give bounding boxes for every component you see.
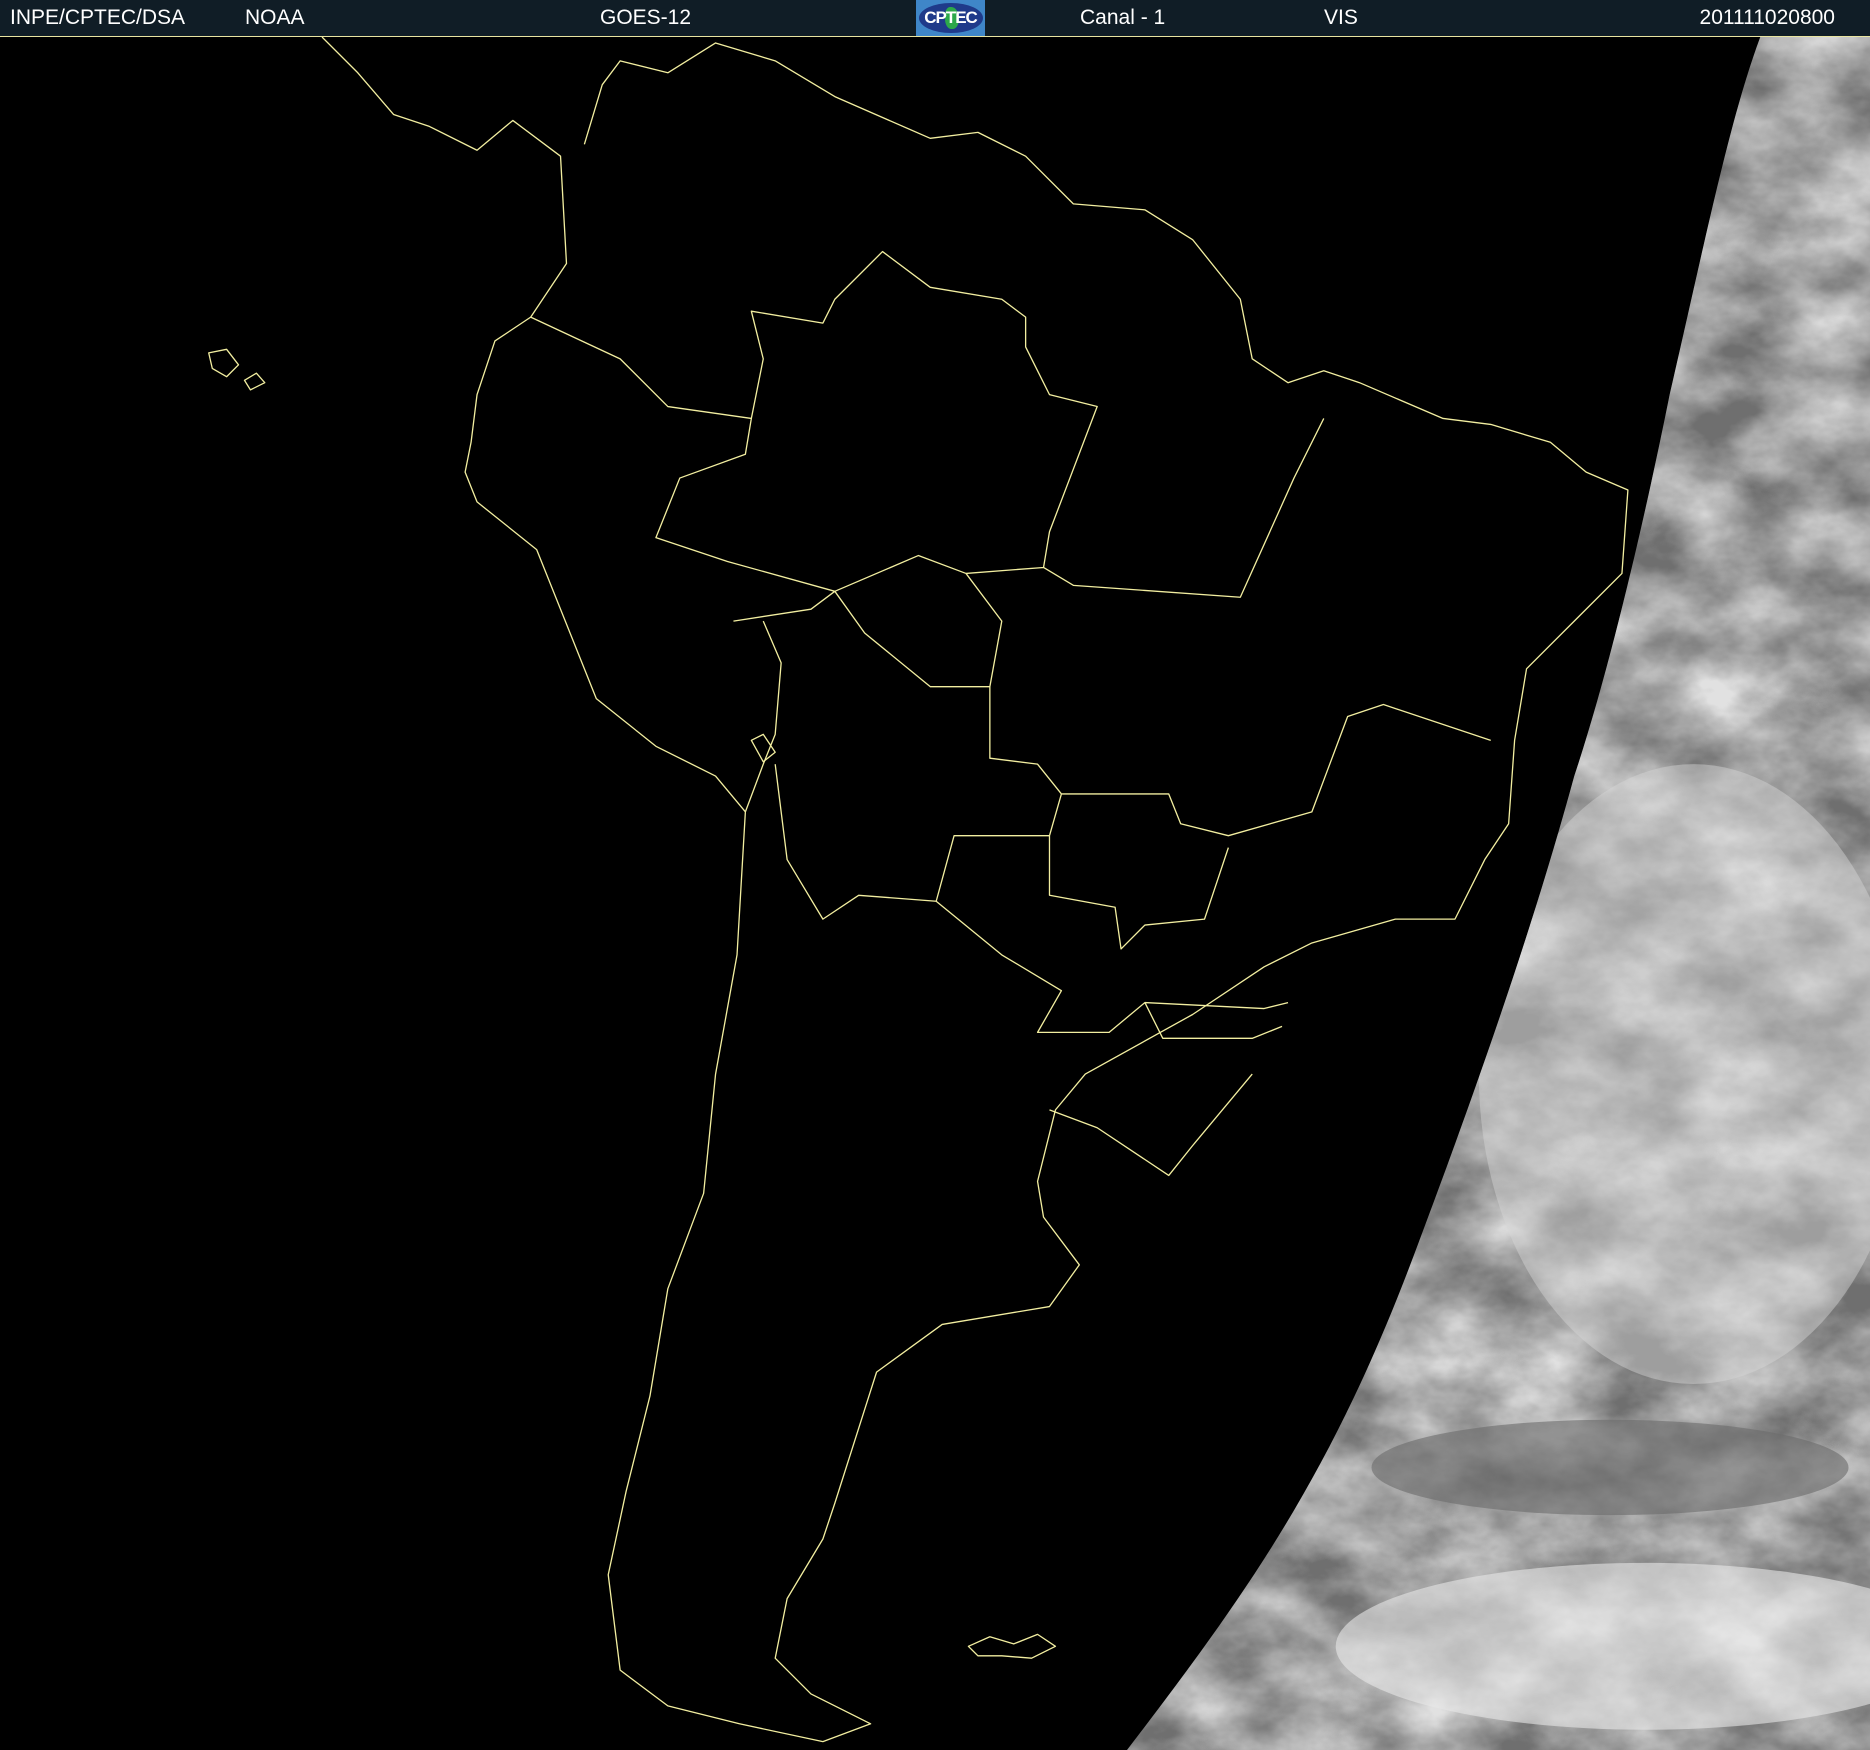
logo-text: CPTEC	[924, 8, 978, 27]
earth-disk-clouds	[1127, 37, 1870, 1750]
band-label: VIS	[1324, 6, 1358, 29]
image-header: INPE/CPTEC/DSA NOAA GOES-12 CPTEC Canal …	[0, 0, 1870, 37]
lake-titicaca	[750, 733, 776, 763]
agency-label: NOAA	[245, 6, 305, 29]
falkland-islands	[967, 1633, 1057, 1659]
country-borders	[530, 250, 1491, 1177]
cptec-logo: CPTEC	[916, 0, 985, 36]
satellite-label: GOES-12	[600, 6, 692, 29]
institution-label: INPE/CPTEC/DSA	[10, 6, 186, 29]
channel-label: Canal - 1	[1080, 6, 1166, 29]
satellite-map	[208, 37, 1870, 1750]
galapagos-islands	[208, 348, 266, 391]
timestamp-label: 201111020800	[1699, 6, 1835, 29]
